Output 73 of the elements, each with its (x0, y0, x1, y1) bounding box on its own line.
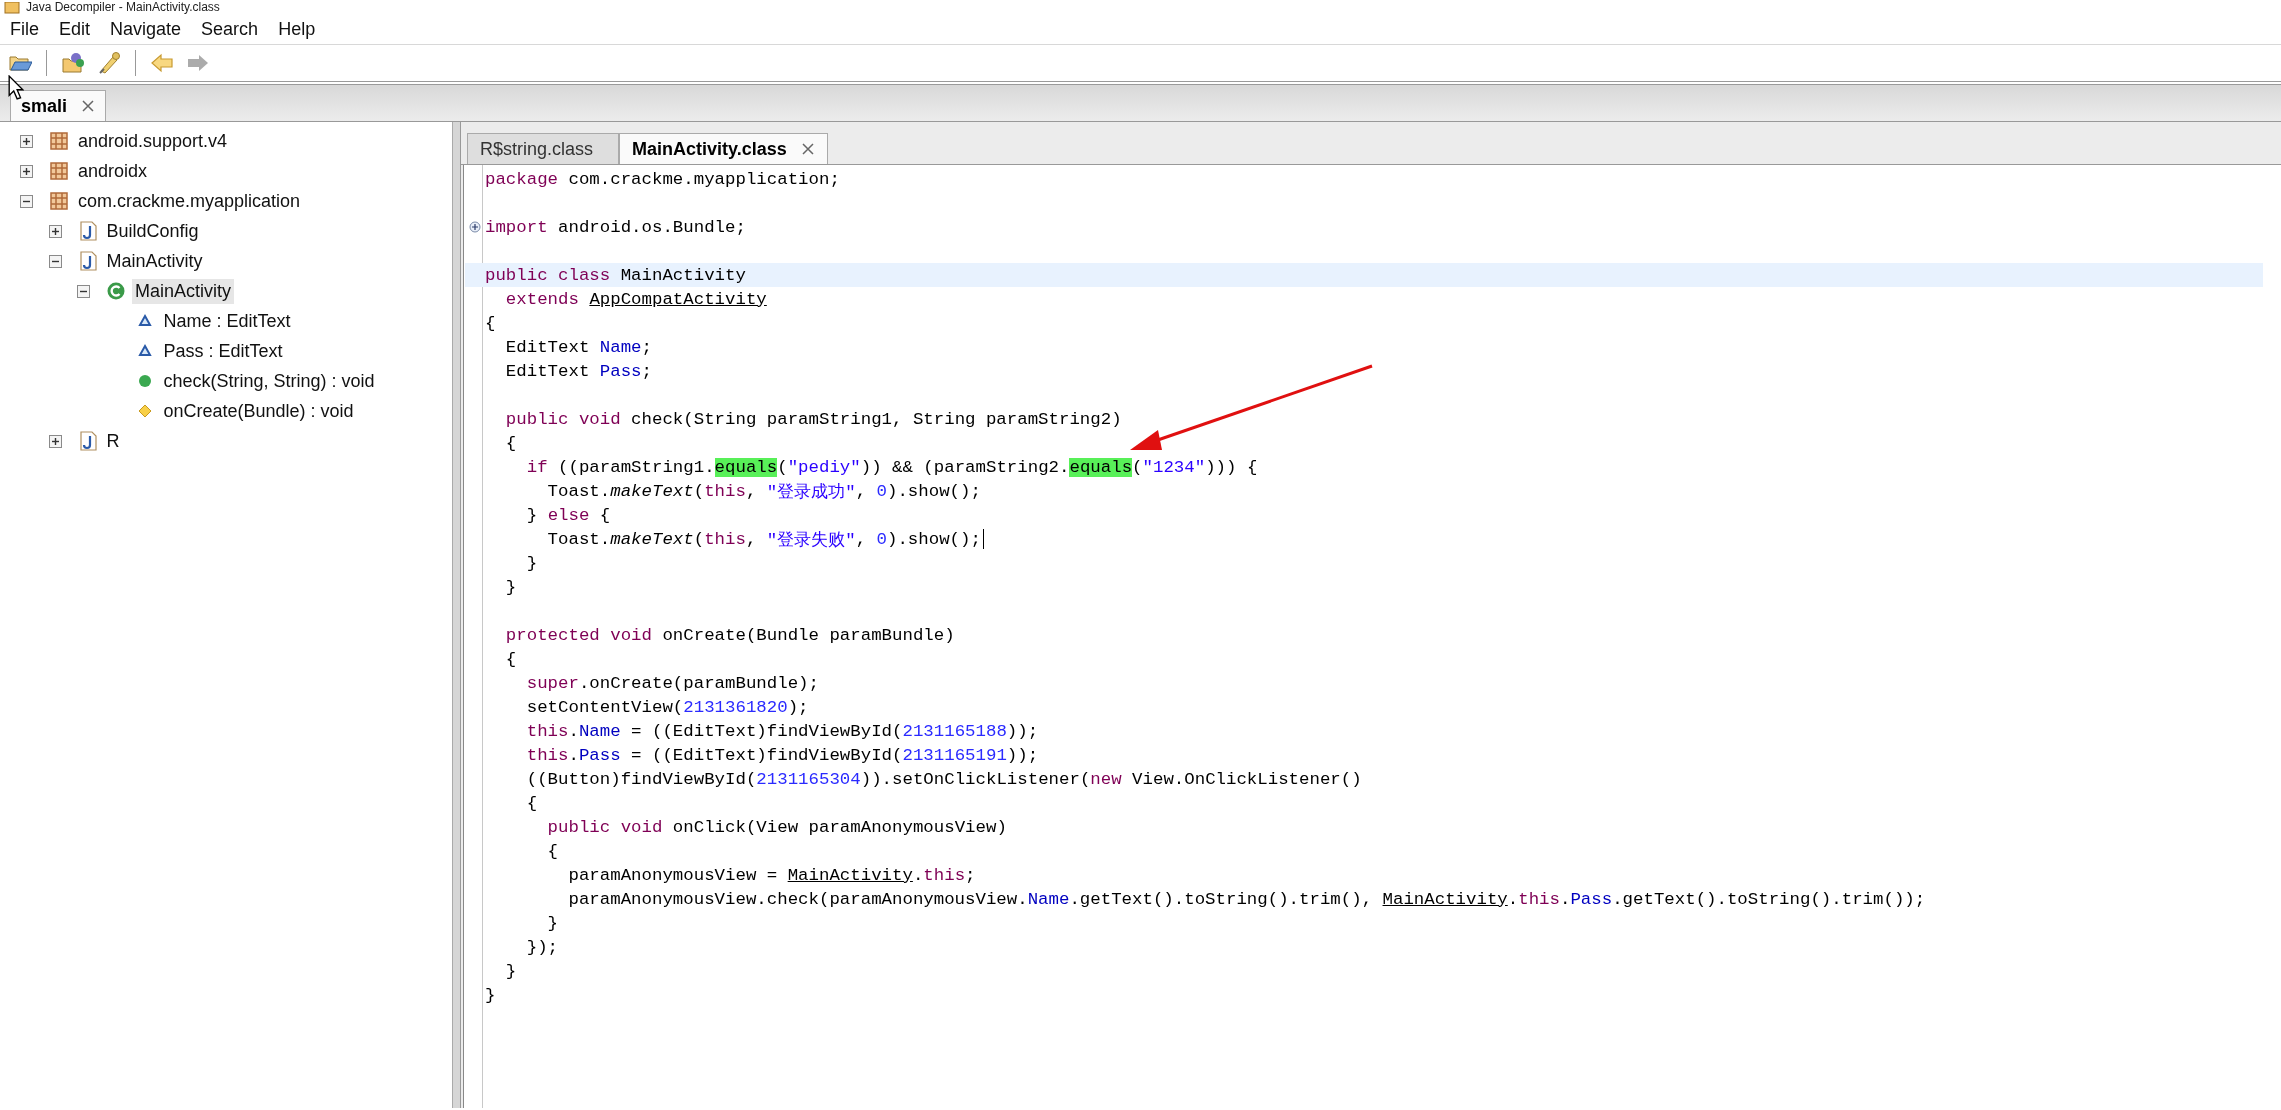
code-line: protected void onCreate(Bundle paramBundle) (504, 625, 955, 645)
torch-icon[interactable] (97, 51, 121, 75)
tree-item[interactable]: onCreate(Bundle) : void (160, 398, 357, 424)
code-line: } (546, 913, 559, 933)
code-line: paramAnonymousView = MainActivity.this; (567, 865, 976, 885)
expand-icon[interactable] (20, 164, 33, 178)
code-line: setContentView(2131361820); (525, 697, 809, 717)
tree-item[interactable]: MainActivity (103, 248, 206, 274)
code-line: this.Name = ((EditText)findViewById(2131165188)); (525, 721, 1039, 741)
code-line: EditText Name; (504, 337, 652, 357)
code-line: { (525, 793, 538, 813)
code-line: { (485, 313, 496, 333)
code-line: if ((paramString1.equals("pediy")) && (paramString2.equals("1234"))) { (525, 457, 1258, 477)
expand-icon[interactable] (48, 434, 62, 448)
tree-item[interactable]: BuildConfig (103, 218, 202, 244)
close-icon[interactable] (800, 142, 815, 156)
code-line: public void check(String paramString1, String paramString2) (504, 409, 1122, 429)
expand-icon[interactable] (20, 134, 33, 148)
collapse-icon[interactable] (77, 284, 90, 298)
menu-item[interactable]: File (2, 18, 47, 40)
code-line: Toast.makeText(this, "登录成功", 0).show(); (546, 480, 981, 503)
menu-item[interactable]: Edit (51, 18, 99, 40)
tree-item[interactable]: MainActivity (132, 278, 235, 304)
code-line: }); (525, 937, 559, 957)
code-line: } else { (525, 505, 611, 525)
tree-item[interactable]: check(String, String) : void (160, 368, 378, 394)
code-line: this.Pass = ((EditText)findViewById(2131165191)); (525, 745, 1039, 765)
window-title: Java Decompiler - MainActivity.class (26, 1, 220, 14)
code-line: ((Button)findViewById(2131165304)).setOnClickListener(new View.OnClickListener() (525, 769, 1362, 789)
java-file-icon (77, 221, 98, 241)
java-file-icon (77, 251, 98, 271)
tree-item[interactable]: androidx (75, 158, 151, 184)
class-icon (106, 281, 126, 301)
code-line: public class MainActivity (485, 265, 746, 285)
tree-item[interactable]: Name : EditText (160, 308, 294, 334)
code-line: public void onClick(View paramAnonymousView) (546, 817, 1007, 837)
code-line: { (504, 433, 517, 453)
code-line: } (504, 961, 517, 981)
code-line: super.onCreate(paramBundle); (525, 673, 819, 693)
editor-tab[interactable]: MainActivity.class (619, 133, 828, 164)
java-file-icon (77, 431, 98, 451)
collapse-icon[interactable] (20, 194, 33, 208)
code-line: extends AppCompatActivity (504, 289, 767, 309)
code-line: { (504, 649, 517, 669)
tree-item[interactable]: android.support.v4 (75, 128, 231, 154)
code-line: paramAnonymousView.check(paramAnonymousView.Name.getText().toString().trim(), MainActivity.this.Pass.getText().toString().trim()); (567, 889, 1926, 909)
tree-item[interactable]: com.crackme.myapplication (75, 188, 304, 214)
code-line: EditText Pass; (504, 361, 652, 381)
code-line: import android.os.Bundle; (485, 217, 746, 237)
expand-icon[interactable] (48, 224, 62, 238)
file-tab[interactable]: smali (10, 90, 107, 121)
menu-item[interactable]: Search (193, 18, 267, 40)
close-icon[interactable] (81, 99, 96, 113)
folder-icon[interactable] (61, 51, 85, 75)
splitter-handle[interactable] (453, 122, 461, 1108)
menu-item[interactable]: Help (270, 18, 324, 40)
mouse-pointer-icon (8, 75, 24, 100)
code-line: } (525, 553, 538, 573)
editor-tab[interactable]: R$string.class (467, 133, 619, 164)
menu-item[interactable]: Navigate (102, 18, 190, 40)
code-line: Toast.makeText(this, "登录失败", 0).show(); (485, 527, 984, 551)
tree-item[interactable]: R (103, 428, 123, 454)
expand-icon[interactable] (469, 221, 481, 233)
code-line: package com.crackme.myapplication; (485, 169, 840, 189)
tree-item[interactable]: Pass : EditText (160, 338, 286, 364)
app-icon (4, 2, 20, 14)
code-line: } (504, 577, 517, 597)
package-icon (49, 131, 69, 151)
collapse-icon[interactable] (48, 254, 62, 268)
package-icon (49, 191, 69, 211)
code-line: { (546, 841, 559, 861)
package-icon (49, 161, 69, 181)
code-line: } (485, 985, 496, 1005)
